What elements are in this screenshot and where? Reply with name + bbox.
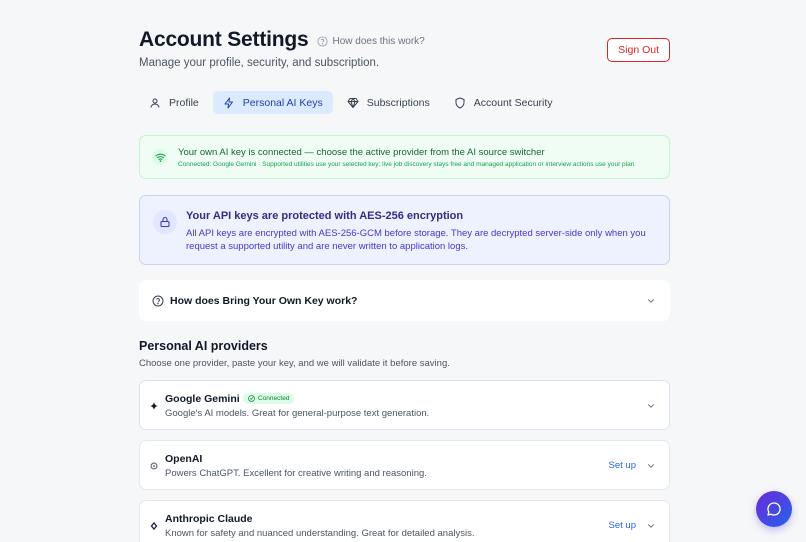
chevron-down-icon [648, 404, 654, 408]
shield-icon [455, 97, 465, 108]
help-circle-icon [317, 35, 329, 47]
byok-label: How does Bring Your Own Key work? [170, 294, 358, 307]
page-title: Account Settings [139, 28, 309, 51]
encryption-title: Your API keys are protected with AES-256… [186, 210, 464, 222]
lock-icon [160, 216, 170, 228]
provider-description: Known for safety and nuanced understandi… [165, 528, 475, 539]
connected-badge: Connected [243, 393, 295, 404]
diamond-icon [347, 97, 359, 108]
set-up-link[interactable]: Set up [609, 460, 636, 471]
page-subtitle: Manage your profile, security, and subsc… [139, 57, 380, 69]
chevron-down-icon [648, 464, 654, 468]
chevron-down-icon [648, 298, 654, 303]
banner-message: Your own AI key is connected — choose th… [178, 146, 545, 158]
tab-label: Subscriptions [366, 96, 430, 109]
wifi-icon [154, 153, 166, 162]
tab-label: Personal AI Keys [242, 96, 323, 109]
provider-description: Powers ChatGPT. Excellent for creative w… [165, 468, 427, 479]
encryption-notice: Your API keys are protected with AES-256… [139, 195, 670, 265]
check-circle-icon [248, 395, 255, 402]
tab-subscriptions[interactable]: Subscriptions [337, 91, 440, 114]
chat-bubble-icon [767, 502, 781, 516]
lock-icon-wrap [153, 210, 177, 234]
banner-detail: Connected: Google Gemini · Supported uti… [178, 160, 635, 168]
chat-button[interactable] [756, 491, 792, 527]
set-up-link[interactable]: Set up [609, 520, 636, 531]
title-row: Account Settings How does this work? [139, 28, 670, 52]
openai-icon [150, 462, 158, 470]
provider-name: Anthropic Claude [165, 513, 253, 525]
tab-label: Profile [169, 96, 199, 109]
page-header: Account Settings How does this work? Man… [139, 28, 670, 78]
sparkle-icon [149, 401, 159, 411]
connected-banner: Your own AI key is connected — choose th… [139, 135, 670, 179]
provider-card-openai[interactable]: OpenAI Powers ChatGPT. Excellent for cre… [139, 440, 670, 490]
provider-name: OpenAI [165, 453, 203, 465]
help-link-label: How does this work? [332, 35, 425, 47]
chevron-down-icon [648, 524, 654, 528]
provider-card-google-gemini[interactable]: Google Gemini Connected Google's AI mode… [139, 380, 670, 430]
sign-out-button[interactable]: Sign Out [607, 38, 670, 62]
provider-name: Google Gemini [165, 393, 240, 405]
provider-description: Google's AI models. Great for general-pu… [165, 408, 430, 419]
tab-profile[interactable]: Profile [139, 91, 209, 114]
providers-section-title: Personal AI providers [139, 339, 268, 353]
anthropic-icon [150, 521, 158, 531]
tab-label: Account Security [473, 96, 553, 109]
user-icon [150, 98, 160, 108]
encryption-body: All API keys are encrypted with AES-256-… [186, 228, 646, 252]
provider-card-anthropic-claude[interactable]: Anthropic Claude Known for safety and nu… [139, 500, 670, 542]
lightning-icon [224, 97, 233, 108]
tab-personal-ai-keys[interactable]: Personal AI Keys [212, 91, 333, 114]
wifi-icon-wrap [152, 149, 168, 165]
banner-text: Your own AI key is connected — choose th… [178, 147, 634, 168]
tab-account-security[interactable]: Account Security [444, 91, 563, 114]
byok-accordion[interactable]: How does Bring Your Own Key work? [139, 280, 670, 321]
badge-label: Connected [258, 395, 290, 402]
help-circle-icon [152, 295, 164, 306]
settings-tabs: Profile Personal AI Keys Subscriptions A… [139, 91, 567, 114]
how-does-this-work-link[interactable]: How does this work? [317, 35, 425, 47]
providers-section-subtitle: Choose one provider, paste your key, and… [139, 358, 450, 369]
